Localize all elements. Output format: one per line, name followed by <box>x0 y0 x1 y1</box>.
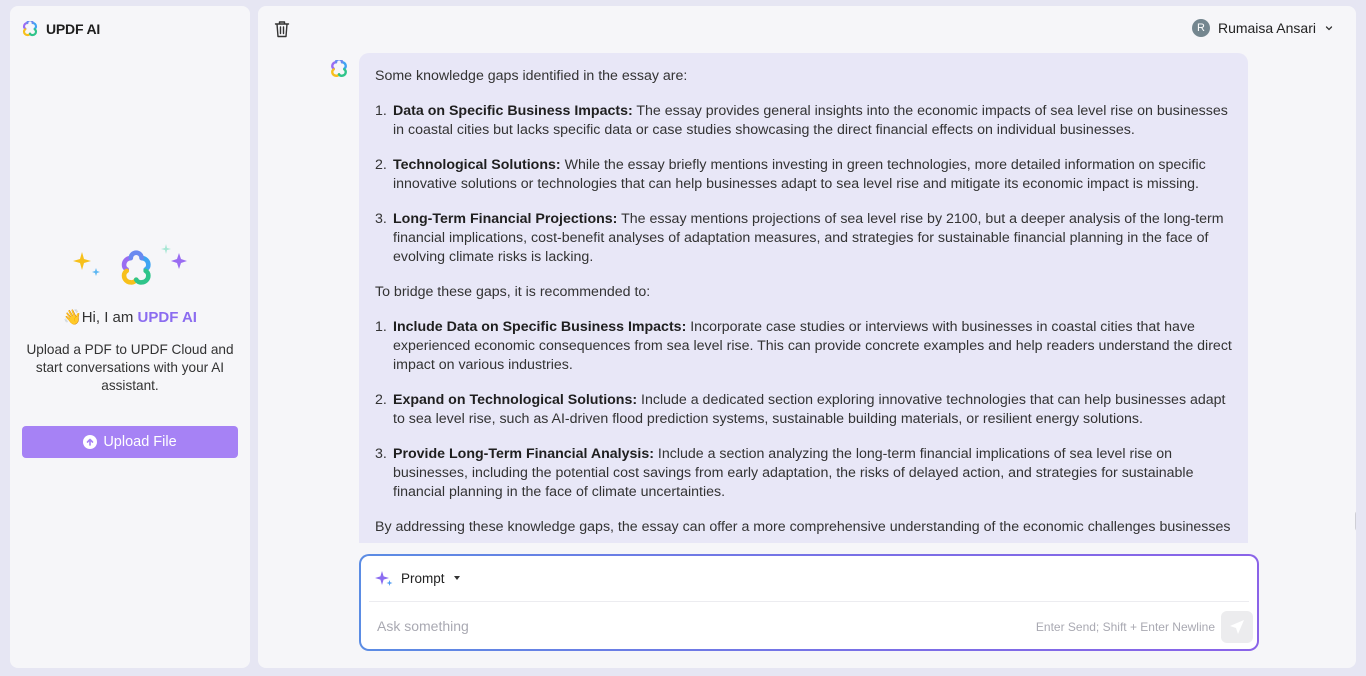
upload-file-button[interactable]: Upload File <box>22 426 238 458</box>
sparkle-blue-icon <box>92 268 100 276</box>
greeting-prefix: Hi, I am <box>81 309 138 326</box>
user-name: Rumaisa Ansari <box>1217 20 1316 36</box>
avatar: R <box>1191 19 1210 37</box>
item-title: Data on Specific Business Impacts: <box>393 103 633 119</box>
list-item: 3. Provide Long-Term Financial Analysis: … <box>375 445 1232 502</box>
list-number: 2. <box>375 392 387 408</box>
list-item: 2. Technological Solutions: While the ess… <box>375 156 1232 194</box>
assistant-name: UPDF AI <box>137 309 197 326</box>
list-item: 1. Data on Specific Business Impacts: The… <box>375 102 1232 140</box>
ai-avatar-icon <box>331 60 347 77</box>
sparkle-purple-icon <box>171 253 187 269</box>
trash-icon[interactable] <box>274 20 290 38</box>
chat-scrollbar-track[interactable] <box>1351 6 1356 668</box>
app-title: UPDF AI <box>46 21 101 37</box>
chat-panel: R Rumaisa Ansari Some knowledge gaps ide… <box>258 6 1356 668</box>
list-number: 3. <box>375 446 387 462</box>
item-title: Long-Term Financial Projections: <box>393 211 618 227</box>
send-button[interactable] <box>1221 611 1253 643</box>
greeting: 👋Hi, I am UPDF AI <box>10 308 250 326</box>
brand: UPDF AI <box>22 21 100 37</box>
chevron-down-icon <box>1325 26 1333 31</box>
list-item: 2. Expand on Technological Solutions: Inc… <box>375 391 1232 429</box>
upload-arrow-icon <box>83 435 98 449</box>
composer-body: Prompt Enter Send; Shift + Enter Newline <box>361 556 1257 649</box>
send-icon <box>1230 620 1244 634</box>
sparkle-mint-icon <box>161 244 171 254</box>
recommendations-list: 1. Include Data on Specific Business Impa… <box>375 318 1232 502</box>
hero-logo-icon <box>73 244 187 285</box>
updf-logo-icon <box>22 21 38 37</box>
item-title: Provide Long-Term Financial Analysis: <box>393 446 654 462</box>
prompt-mode-dropdown[interactable]: Prompt <box>375 570 461 586</box>
list-item: 1. Include Data on Specific Business Impa… <box>375 318 1232 375</box>
composer-divider <box>369 601 1249 602</box>
message-bridge: To bridge these gaps, it is recommended … <box>375 284 651 300</box>
list-item: 3. Long-Term Financial Projections: The e… <box>375 210 1232 267</box>
sparkle-icon <box>375 571 393 586</box>
knowledge-gaps-list: 1. Data on Specific Business Impacts: The… <box>375 102 1232 267</box>
assistant-message: Some knowledge gaps identified in the es… <box>359 53 1248 543</box>
message-closing: By addressing these knowledge gaps, the … <box>375 519 1231 535</box>
user-menu[interactable]: R Rumaisa Ansari <box>1191 19 1334 37</box>
wave-icon: 👋 <box>63 309 82 326</box>
upload-file-label: Upload File <box>103 434 177 450</box>
chat-scrollbar-thumb[interactable] <box>1355 511 1356 531</box>
item-title: Technological Solutions: <box>393 157 561 173</box>
intro-text: Upload a PDF to UPDF Cloud and start con… <box>26 342 234 393</box>
list-number: 1. <box>375 103 387 119</box>
sidebar: UPDF AI 👋Hi, I am UPDF AI Upload a PDF t… <box>10 6 250 668</box>
list-number: 1. <box>375 319 387 335</box>
keyboard-hint: Enter Send; Shift + Enter Newline <box>1035 620 1215 634</box>
list-number: 3. <box>375 211 387 227</box>
item-title: Include Data on Specific Business Impact… <box>393 319 687 335</box>
sparkle-yellow-icon <box>73 252 91 270</box>
list-number: 2. <box>375 157 387 173</box>
ask-input[interactable] <box>371 612 1011 640</box>
prompt-mode-label: Prompt <box>401 570 445 586</box>
message-intro: Some knowledge gaps identified in the es… <box>375 68 688 84</box>
caret-down-icon <box>453 576 460 580</box>
composer: Prompt Enter Send; Shift + Enter Newline <box>359 554 1259 651</box>
item-title: Expand on Technological Solutions: <box>393 392 638 408</box>
